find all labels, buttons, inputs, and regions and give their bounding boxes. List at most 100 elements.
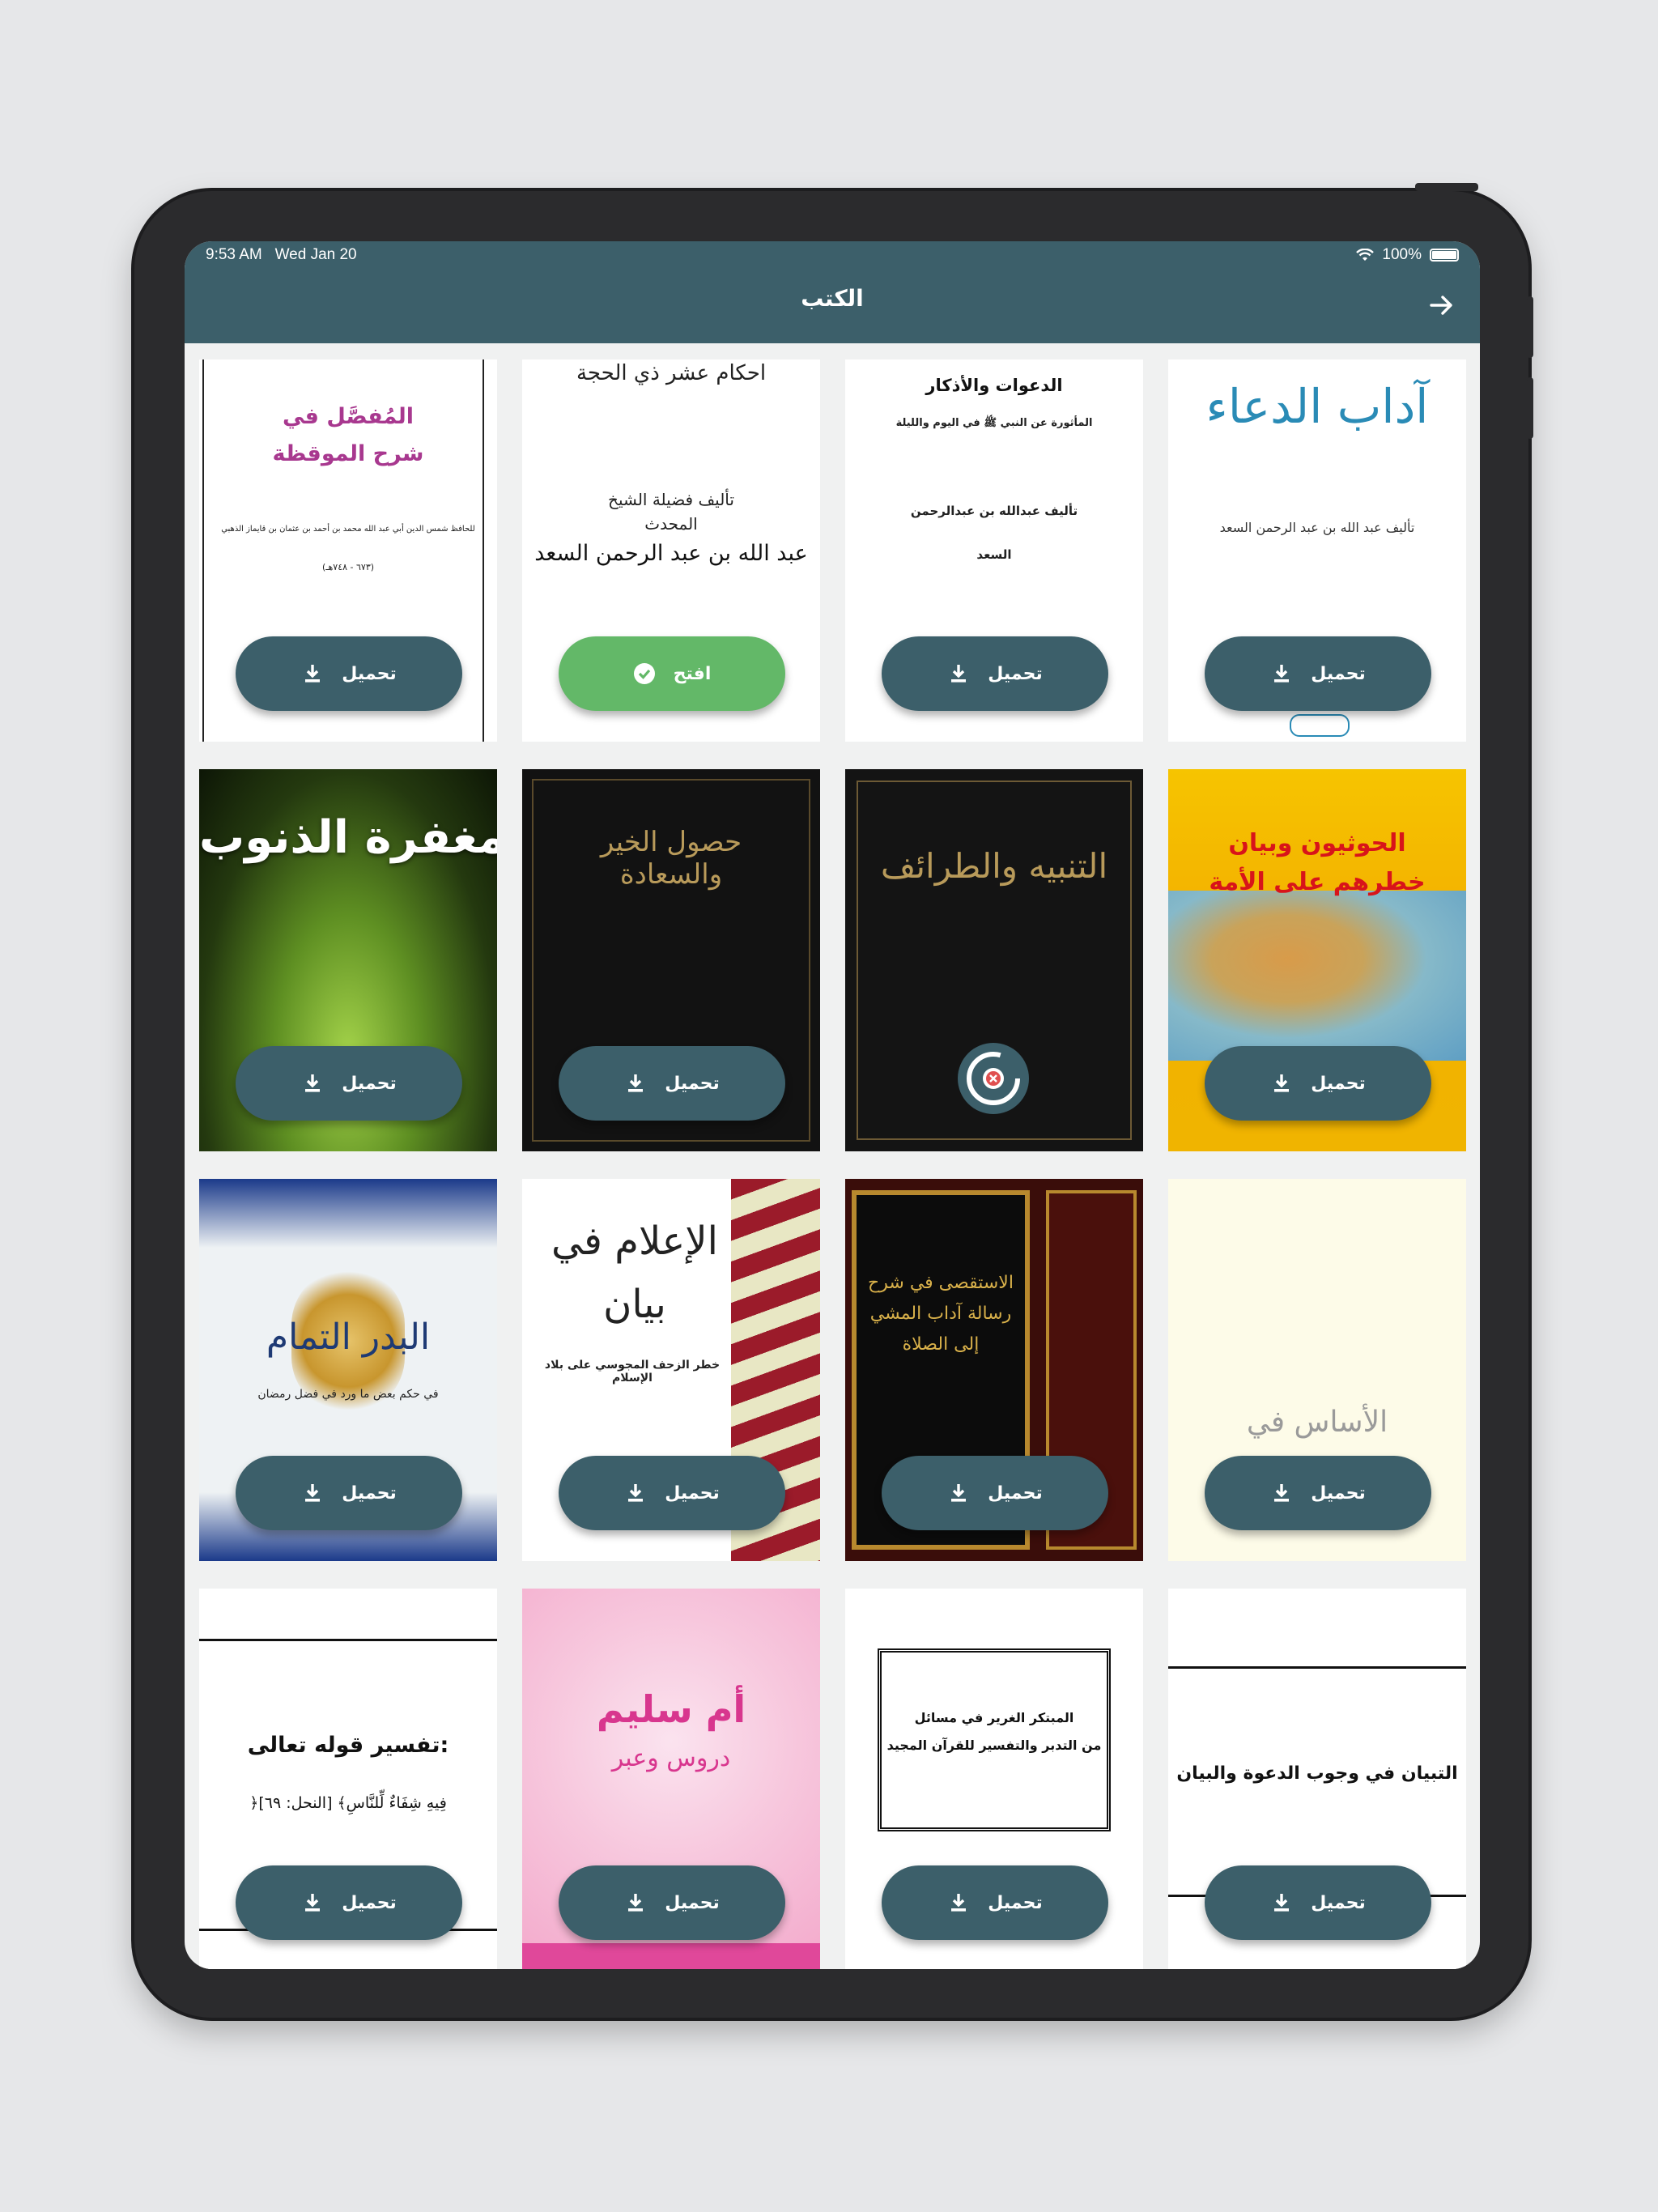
book-cover-title: الاستقصى في شرح رسالة آداب المشي إلى الص… bbox=[868, 1273, 1014, 1355]
book-cover-title: الإعلام في بيان bbox=[551, 1219, 718, 1327]
open-label: افتح bbox=[673, 663, 712, 684]
download-icon bbox=[628, 1894, 644, 1912]
cancel-download-button[interactable] bbox=[958, 1043, 1029, 1114]
book-card[interactable]: الإعلام في بيان خطر الزحف المجوسي على بل… bbox=[522, 1179, 820, 1561]
book-cover-title: المبتكر الغرير في مسائل bbox=[914, 1710, 1074, 1725]
book-cover-author: تأليف عبدالله بن عبدالرحمن السعد bbox=[910, 504, 1078, 562]
power-button bbox=[1415, 183, 1478, 191]
download-label: تحميل bbox=[1311, 1892, 1366, 1913]
book-card[interactable]: التنبيه والطرائف bbox=[845, 769, 1143, 1151]
download-button[interactable]: تحميل bbox=[1205, 1865, 1431, 1940]
book-cover-title: البدر التمام bbox=[266, 1317, 431, 1358]
book-cover-title: الدعوات والأذكار bbox=[925, 376, 1063, 395]
download-button[interactable]: تحميل bbox=[559, 1046, 785, 1121]
download-button[interactable]: تحميل bbox=[236, 1046, 462, 1121]
ornament-line bbox=[1168, 1666, 1466, 1669]
download-label: تحميل bbox=[1311, 1073, 1366, 1094]
status-date: Wed Jan 20 bbox=[274, 246, 357, 263]
download-icon bbox=[305, 1484, 321, 1502]
download-button[interactable]: تحميل bbox=[1205, 1046, 1431, 1121]
status-time: 9:53 AM bbox=[206, 246, 262, 263]
download-icon bbox=[1274, 665, 1290, 683]
download-button[interactable]: تحميل bbox=[882, 636, 1108, 711]
download-label: تحميل bbox=[1311, 663, 1366, 684]
volume-down-button bbox=[1527, 377, 1533, 439]
book-cover-author: عبد الله بن عبد الرحمن السعد bbox=[534, 541, 808, 566]
book-cover-title: تفسير قوله تعالى: bbox=[247, 1733, 449, 1758]
book-card[interactable]: المُفصَّل في شرح الموقظة للحافظ شمس الدي… bbox=[199, 359, 497, 742]
book-card[interactable]: احكام عشر ذي الحجة تأليف فضيلة الشيخ الم… bbox=[522, 359, 820, 742]
download-button[interactable]: تحميل bbox=[1205, 636, 1431, 711]
download-icon bbox=[951, 1894, 967, 1912]
download-icon bbox=[1274, 1894, 1290, 1912]
download-label: تحميل bbox=[665, 1073, 720, 1094]
book-cover-title: التنبيه والطرائف bbox=[880, 846, 1108, 886]
books-grid: آداب الدعاء تأليف عبد الله بن عبد الرحمن… bbox=[185, 343, 1480, 1969]
book-card[interactable]: تفسير قوله تعالى: ﴿فِيهِ شِفَاءٌ لِّلنَّ… bbox=[199, 1589, 497, 1969]
app-screen: 9:53 AM Wed Jan 20 100% الكتب آداب الدعا… bbox=[185, 241, 1480, 1969]
book-cover-subtitle: من التدبر والتفسير للقرآن المجيد bbox=[886, 1738, 1102, 1753]
download-label: تحميل bbox=[342, 663, 397, 684]
book-cover-subtitle: للحافظ شمس الدين أبي عبد الله محمد بن أح… bbox=[221, 525, 475, 534]
download-icon bbox=[628, 1484, 644, 1502]
arrow-right-icon[interactable] bbox=[1428, 291, 1456, 319]
download-label: تحميل bbox=[342, 1892, 397, 1913]
download-icon bbox=[1274, 1074, 1290, 1092]
download-label: تحميل bbox=[988, 1482, 1043, 1504]
download-label: تحميل bbox=[342, 1482, 397, 1504]
download-label: تحميل bbox=[988, 663, 1043, 684]
ornament-line bbox=[199, 1639, 497, 1641]
book-cover-subtitle: المأثورة عن النبي ﷺ في اليوم والليلة bbox=[895, 417, 1093, 429]
download-button[interactable]: تحميل bbox=[1205, 1456, 1431, 1530]
loading-spinner-icon bbox=[967, 1052, 1020, 1105]
publisher-logo bbox=[1290, 714, 1350, 737]
status-indicators: 100% bbox=[1356, 246, 1459, 264]
download-label: تحميل bbox=[665, 1482, 720, 1504]
book-card[interactable]: الاستقصى في شرح رسالة آداب المشي إلى الص… bbox=[845, 1179, 1143, 1561]
book-card[interactable]: أم سليم دروس وعبر تحميل bbox=[522, 1589, 820, 1969]
book-card[interactable]: الأساس في تحميل bbox=[1168, 1179, 1466, 1561]
check-circle-icon bbox=[633, 663, 655, 684]
book-card[interactable]: مغفرة الذنوب تحميل bbox=[199, 769, 497, 1151]
book-card[interactable]: البدر التمام في حكم بعض ما ورد في فضل رم… bbox=[199, 1179, 497, 1561]
book-cover-subtitle: تأليف عبد الله بن عبد الرحمن السعد bbox=[1219, 520, 1415, 535]
download-label: تحميل bbox=[342, 1073, 397, 1094]
download-icon bbox=[305, 1894, 321, 1912]
book-card[interactable]: الدعوات والأذكار المأثورة عن النبي ﷺ في … bbox=[845, 359, 1143, 742]
battery-icon bbox=[1430, 249, 1459, 262]
download-icon bbox=[951, 665, 967, 683]
book-cover-title: حصول الخير والسعادة bbox=[600, 826, 742, 891]
book-cover-title: مغفرة الذنوب bbox=[199, 811, 497, 864]
cover-bottom-band bbox=[522, 1943, 820, 1969]
download-icon bbox=[628, 1074, 644, 1092]
book-card[interactable]: المبتكر الغرير في مسائل من التدبر والتفس… bbox=[845, 1589, 1143, 1969]
wifi-icon bbox=[1356, 249, 1375, 261]
download-icon bbox=[1274, 1484, 1290, 1502]
download-label: تحميل bbox=[1311, 1482, 1366, 1504]
volume-up-button bbox=[1527, 296, 1533, 358]
download-button[interactable]: تحميل bbox=[882, 1865, 1108, 1940]
download-button[interactable]: تحميل bbox=[236, 1456, 462, 1530]
book-cover-author: (٦٧٣ - ٧٤٨هـ) bbox=[321, 562, 375, 572]
book-cover-title: المُفصَّل في شرح الموقظة bbox=[272, 404, 424, 466]
download-button[interactable]: تحميل bbox=[559, 1865, 785, 1940]
book-card[interactable]: التبيان في وجوب الدعوة والبيان تحميل bbox=[1168, 1589, 1466, 1969]
download-button[interactable]: تحميل bbox=[236, 1865, 462, 1940]
book-card[interactable]: حصول الخير والسعادة تحميل bbox=[522, 769, 820, 1151]
nav-bar: 9:53 AM Wed Jan 20 100% الكتب bbox=[185, 241, 1480, 343]
book-cover-title: الأساس في bbox=[1246, 1406, 1388, 1439]
download-button[interactable]: تحميل bbox=[559, 1456, 785, 1530]
download-button[interactable]: تحميل bbox=[236, 636, 462, 711]
download-label: تحميل bbox=[988, 1892, 1043, 1913]
book-cover-title: التبيان في وجوب الدعوة والبيان bbox=[1176, 1763, 1458, 1784]
book-cover-title: آداب الدعاء bbox=[1205, 379, 1429, 434]
book-cover-subtitle: تأليف فضيلة الشيخ المحدث bbox=[608, 490, 734, 534]
book-cover-subtitle: دروس وعبر bbox=[611, 1744, 731, 1772]
book-cover-title: احكام عشر ذي الحجة bbox=[576, 361, 767, 385]
open-button[interactable]: افتح bbox=[559, 636, 785, 711]
book-card[interactable]: آداب الدعاء تأليف عبد الله بن عبد الرحمن… bbox=[1168, 359, 1466, 742]
book-card[interactable]: الحوثيون وبيان خطرهم على الأمة تحميل bbox=[1168, 769, 1466, 1151]
download-button[interactable]: تحميل bbox=[882, 1456, 1108, 1530]
download-icon bbox=[305, 665, 321, 683]
download-icon bbox=[305, 1074, 321, 1092]
